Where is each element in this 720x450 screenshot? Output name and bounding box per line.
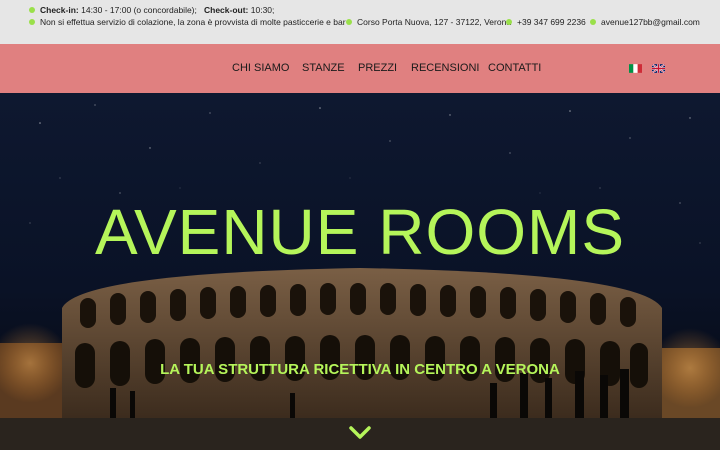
bullet-icon [29, 7, 35, 13]
address-text: Corso Porta Nuova, 127 - 37122, Verona [357, 17, 512, 27]
notice-text: Non si effettua servizio di colazione, l… [40, 17, 346, 27]
hero-background-image [0, 93, 720, 450]
location-icon [346, 19, 352, 25]
bullet-icon [29, 19, 35, 25]
top-info-bar: Check-in: 14:30 - 17:00 (o concordabile)… [0, 0, 720, 44]
nav-contatti[interactable]: CONTATTI [488, 62, 541, 74]
main-navbar: CHI SIAMO STANZE PREZZI RECENSIONI CONTA… [0, 44, 720, 93]
chevron-down-icon[interactable] [349, 426, 371, 440]
checkin-label: Check-in: [40, 5, 79, 15]
checkout-label: Check-out: [203, 5, 249, 15]
address-info: Corso Porta Nuova, 127 - 37122, Verona [346, 17, 511, 27]
phone-icon [506, 19, 512, 25]
checkin-value: 14:30 - 17:00 (o concordabile); [81, 5, 197, 15]
nav-stanze[interactable]: STANZE [302, 62, 345, 74]
hero-section: AVENUE ROOMS LA TUA STRUTTURA RICETTIVA … [0, 93, 720, 450]
uk-flag-icon[interactable] [652, 64, 665, 73]
hero-title: AVENUE ROOMS [95, 196, 625, 268]
phone-info[interactable]: +39 347 699 2236 [506, 17, 586, 27]
email-icon [590, 19, 596, 25]
email-text[interactable]: avenue127bb@gmail.com [601, 17, 700, 27]
phone-text[interactable]: +39 347 699 2236 [517, 17, 586, 27]
italian-flag-icon[interactable] [629, 64, 642, 73]
nav-chi-siamo[interactable]: CHI SIAMO [232, 62, 289, 74]
email-info[interactable]: avenue127bb@gmail.com [590, 17, 700, 27]
checkin-info: Check-in: 14:30 - 17:00 (o concordabile)… [29, 5, 274, 15]
checkout-value: 10:30; [250, 5, 275, 15]
breakfast-notice: Non si effettua servizio di colazione, l… [29, 17, 346, 27]
nav-prezzi[interactable]: PREZZI [358, 62, 397, 74]
nav-recensioni[interactable]: RECENSIONI [411, 62, 479, 74]
hero-subtitle: LA TUA STRUTTURA RICETTIVA IN CENTRO A V… [160, 361, 560, 378]
